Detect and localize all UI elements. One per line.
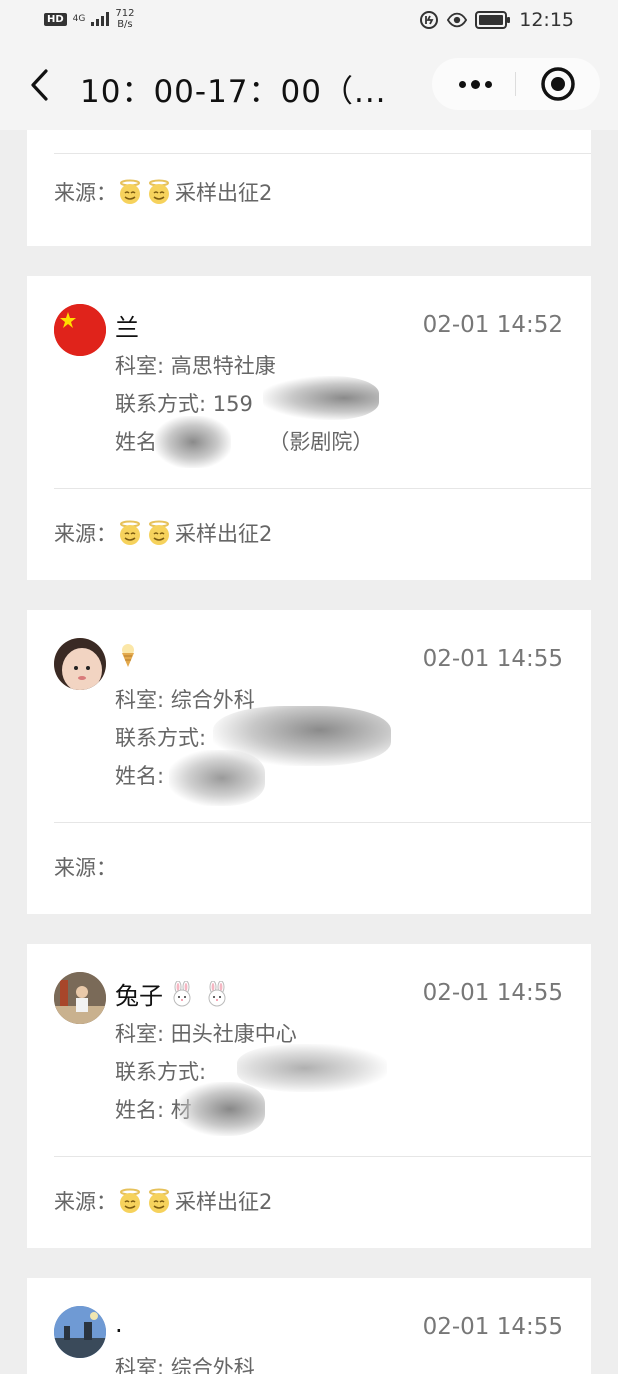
rabbit-emoji-icon: [169, 980, 195, 1007]
divider: [54, 1156, 591, 1157]
divider: [54, 488, 591, 489]
timestamp: 02-01 14:55: [422, 980, 563, 1006]
sender-name: 兔子: [115, 976, 233, 1011]
record-card[interactable]: 兔子 02-01 14:55 科室: 田头社康中心 联系方式: 姓名: 材 来源…: [27, 944, 591, 1248]
baby-photo-avatar: [54, 638, 106, 690]
department-line: 科室: 田头社康中心: [115, 1022, 297, 1046]
redaction-blur: [263, 376, 379, 420]
nav-bar: 10：00-17：00（...: [0, 42, 618, 130]
source-label: 来源：: [54, 1190, 117, 1214]
angel-emoji-icon: [117, 520, 143, 546]
source-value: 采样出征2: [175, 522, 273, 546]
hd-badge: HD: [44, 12, 67, 26]
network-type: 4G: [72, 14, 86, 24]
department-line: 科室: 高思特社康: [115, 354, 276, 378]
angel-emoji-icon: [146, 1188, 172, 1214]
source-row: 来源： 采样出征2: [54, 518, 272, 548]
source-label: 来源：: [54, 522, 117, 546]
sender-name: 兰: [115, 314, 139, 342]
sender-name: [115, 642, 150, 668]
signal-icon: [91, 12, 110, 26]
record-card[interactable]: 兰 02-01 14:52 科室: 高思特社康 联系方式: 159 姓名 （影剧…: [27, 276, 591, 580]
flag-avatar: [54, 304, 106, 356]
source-label: 来源：: [54, 856, 117, 880]
eye-icon: [447, 10, 468, 30]
status-right: 12:15: [419, 9, 574, 31]
redaction-blur: [237, 1044, 387, 1092]
battery-icon: [475, 10, 511, 30]
record-card[interactable]: . 02-01 14:55 科室: 综合外科: [27, 1278, 591, 1374]
photo-avatar: [54, 972, 106, 1024]
sender-name: .: [115, 1310, 123, 1338]
mini-program-capsule: [432, 58, 600, 110]
speed-unit: B/s: [117, 19, 133, 30]
divider: [54, 822, 591, 823]
source-value: 采样出征2: [175, 1190, 273, 1214]
source-value: 采样出征2: [175, 181, 273, 205]
divider: [54, 153, 591, 154]
timestamp: 02-01 14:55: [422, 646, 563, 672]
source-row: 来源：: [54, 852, 117, 882]
department-line: 科室: 综合外科: [115, 1356, 255, 1374]
rabbit-emoji-icon: [204, 980, 230, 1007]
capsule-divider: [515, 72, 516, 96]
source-row: 来源： 采样出征2: [54, 177, 272, 207]
status-left: HD 4G 712 B/s: [44, 8, 134, 30]
record-card[interactable]: 02-01 14:55 科室: 综合外科 联系方式: 姓名: 来源：: [27, 610, 591, 914]
page-title: 10：00-17：00（...: [80, 74, 387, 110]
redaction-blur: [155, 416, 231, 468]
clock: 12:15: [519, 9, 574, 31]
department-line: 科室: 综合外科: [115, 688, 255, 712]
ice-cream-icon: [115, 642, 141, 668]
angel-emoji-icon: [146, 179, 172, 205]
speed-value: 712: [115, 8, 135, 19]
more-icon[interactable]: [450, 58, 500, 110]
network-speed: 712 B/s: [115, 8, 134, 30]
contact-line: 联系方式: 159: [115, 392, 253, 416]
volte-icon: [419, 10, 439, 30]
angel-emoji-icon: [117, 1188, 143, 1214]
angel-emoji-icon: [117, 179, 143, 205]
name-line: 姓名 （影剧院）: [115, 430, 374, 454]
timestamp: 02-01 14:55: [422, 1314, 563, 1340]
back-icon[interactable]: [26, 66, 56, 104]
name-line: 姓名:: [115, 764, 165, 788]
record-list: 来源： 采样出征2 兰 02-01 14:52 科室: 高思特社康 联系方式: …: [0, 130, 618, 1374]
contact-line: 联系方式:: [115, 726, 207, 750]
source-row: 来源： 采样出征2: [54, 1186, 272, 1216]
redaction-blur: [169, 750, 265, 806]
contact-line: 联系方式:: [115, 1060, 207, 1084]
source-label: 来源：: [54, 181, 117, 205]
timestamp: 02-01 14:52: [422, 312, 563, 338]
close-target-icon[interactable]: [540, 66, 576, 102]
status-bar: HD 4G 712 B/s 12:15: [0, 0, 618, 42]
record-card[interactable]: 来源： 采样出征2: [27, 130, 591, 246]
angel-emoji-icon: [146, 520, 172, 546]
redaction-blur: [177, 1082, 265, 1136]
landscape-avatar: [54, 1306, 106, 1358]
